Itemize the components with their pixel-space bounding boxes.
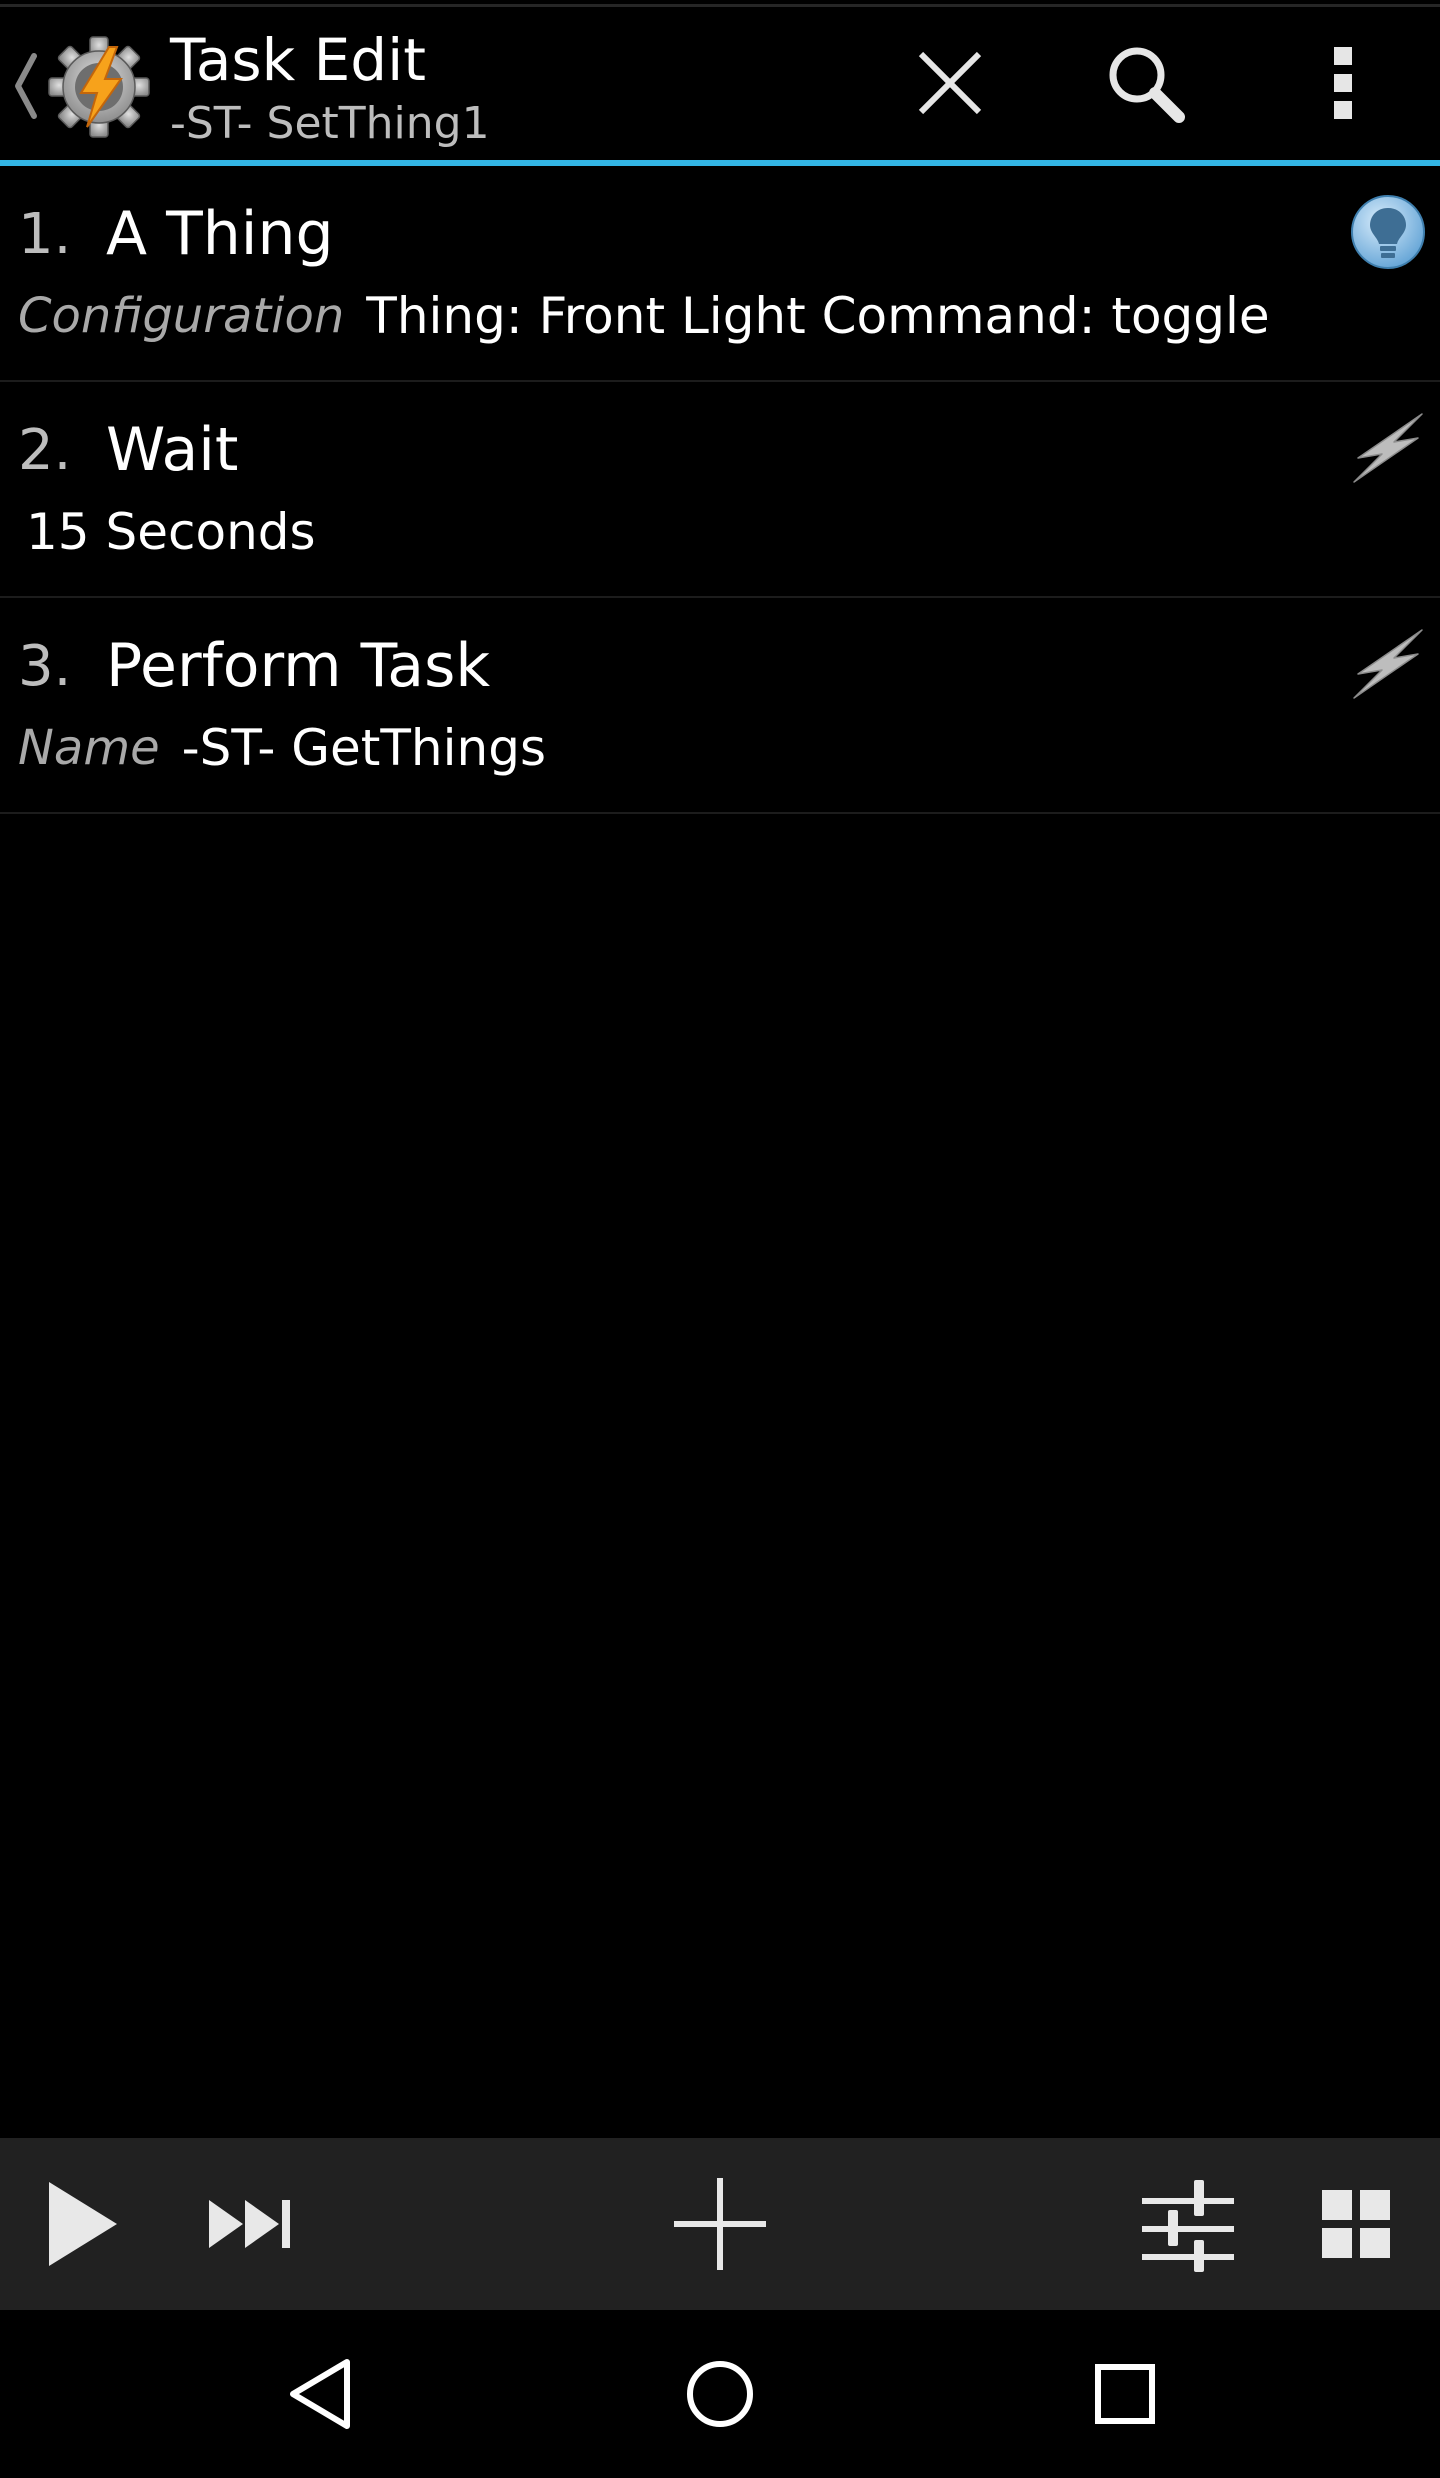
detail-key: Configuration (18, 288, 345, 344)
action-header: 3. Perform Task (18, 628, 490, 704)
overflow-menu-button[interactable] (1288, 28, 1398, 138)
system-nav-bar (0, 2310, 1440, 2478)
step-forward-icon (209, 2200, 290, 2248)
play-icon (49, 2182, 117, 2266)
grid-icon (1322, 2190, 1390, 2258)
action-number: 3. (18, 633, 72, 699)
nav-back-button[interactable] (250, 2324, 390, 2464)
list-item-action-2[interactable]: 2. Wait 15 Seconds (0, 382, 1440, 598)
more-vertical-icon (1334, 47, 1352, 119)
action-name: Perform Task (106, 631, 491, 701)
search-button[interactable] (1090, 28, 1200, 138)
action-header: 2. Wait (18, 412, 238, 488)
add-icon (674, 2178, 766, 2270)
chevron-left-icon[interactable] (10, 48, 40, 124)
action-number: 1. (18, 201, 72, 267)
action-detail: 15 Seconds (18, 500, 316, 564)
action-name: A Thing (106, 199, 334, 269)
status-divider (0, 4, 1440, 7)
back-triangle-icon (290, 2359, 350, 2429)
action-list: 1. A Thing Configuration Thing: Front Li… (0, 166, 1440, 814)
detail-value: -ST- GetThings (181, 719, 546, 777)
nav-home-button[interactable] (650, 2324, 790, 2464)
home-circle-icon (687, 2361, 753, 2427)
add-action-button[interactable] (654, 2158, 786, 2290)
close-button[interactable] (895, 28, 1005, 138)
task-name-subtitle: -ST- SetThing1 (170, 98, 490, 149)
action-name: Wait (106, 415, 239, 485)
nav-recents-button[interactable] (1055, 2324, 1195, 2464)
detail-value: 15 Seconds (26, 503, 316, 561)
action-bar: Task Edit -ST- SetThing1 (0, 0, 1440, 166)
action-number: 2. (18, 417, 72, 483)
list-item-action-3[interactable]: 3. Perform Task Name -ST- GetThings (0, 598, 1440, 814)
step-button[interactable] (185, 2158, 317, 2290)
close-icon (918, 51, 982, 115)
sliders-icon (1142, 2180, 1234, 2272)
recents-square-icon (1095, 2364, 1155, 2424)
page-title: Task Edit (170, 26, 426, 94)
lightning-icon[interactable] (1348, 624, 1428, 704)
search-icon (1109, 47, 1185, 123)
play-button[interactable] (14, 2158, 146, 2290)
lightning-icon[interactable] (1348, 408, 1428, 488)
grid-button[interactable] (1290, 2158, 1422, 2290)
action-detail: Configuration Thing: Front Light Command… (18, 284, 1270, 348)
bottom-toolbar (0, 2138, 1440, 2310)
lightbulb-icon[interactable] (1348, 192, 1428, 272)
detail-value: Thing: Front Light Command: toggle (366, 287, 1270, 345)
action-header: 1. A Thing (18, 196, 334, 272)
task-properties-button[interactable] (1122, 2158, 1254, 2290)
detail-key: Name (18, 720, 160, 776)
action-detail: Name -ST- GetThings (18, 716, 546, 780)
list-item-action-1[interactable]: 1. A Thing Configuration Thing: Front Li… (0, 166, 1440, 382)
tasker-gear-bolt-icon[interactable] (46, 34, 152, 140)
